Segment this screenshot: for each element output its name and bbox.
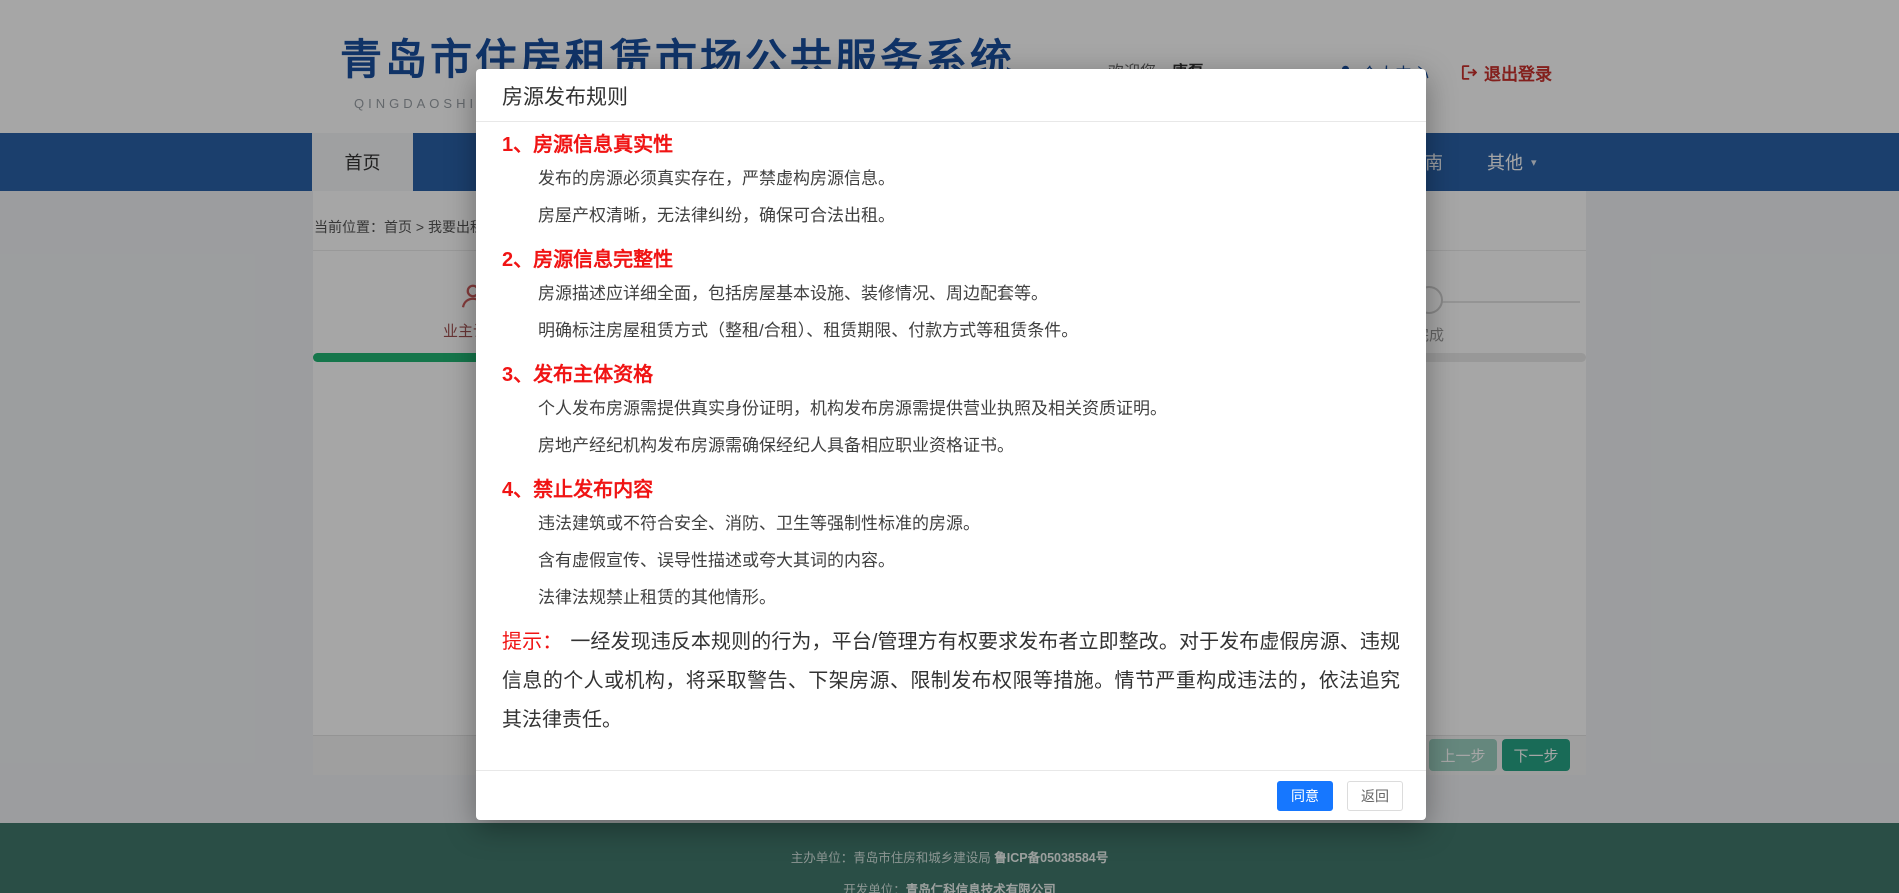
agree-button[interactable]: 同意 [1277, 781, 1333, 811]
rule-heading-3: 3、发布主体资格 [502, 362, 1400, 388]
rule-paragraph: 房源描述应详细全面，包括房屋基本设施、装修情况、周边配套等。 [502, 281, 1400, 307]
modal-title-divider [476, 121, 1426, 122]
rule-paragraph: 违法建筑或不符合安全、消防、卫生等强制性标准的房源。 [502, 511, 1400, 537]
rule-paragraph: 明确标注房屋租赁方式（整租/合租）、租赁期限、付款方式等租赁条件。 [502, 318, 1400, 344]
rule-paragraph: 房屋产权清晰，无法律纠纷，确保可合法出租。 [502, 203, 1400, 229]
rules-tip: 提示：一经发现违反本规则的行为，平台/管理方有权要求发布者立即整改。对于发布虚假… [502, 623, 1400, 740]
tip-label: 提示： [502, 631, 562, 653]
rules-modal: 房源发布规则 1、房源信息真实性 发布的房源必须真实存在，严禁虚构房源信息。 房… [476, 69, 1426, 820]
rule-paragraph: 发布的房源必须真实存在，严禁虚构房源信息。 [502, 166, 1400, 192]
rule-paragraph: 房地产经纪机构发布房源需确保经纪人具备相应职业资格证书。 [502, 433, 1400, 459]
rule-paragraph: 含有虚假宣传、误导性描述或夸大其词的内容。 [502, 548, 1400, 574]
modal-body: 1、房源信息真实性 发布的房源必须真实存在，严禁虚构房源信息。 房屋产权清晰，无… [476, 132, 1426, 740]
rule-heading-1: 1、房源信息真实性 [502, 132, 1400, 158]
rule-paragraph: 个人发布房源需提供真实身份证明，机构发布房源需提供营业执照及相关资质证明。 [502, 396, 1400, 422]
rule-paragraph: 法律法规禁止租赁的其他情形。 [502, 585, 1400, 611]
modal-footer: 同意 返回 [476, 770, 1426, 820]
modal-title: 房源发布规则 [476, 69, 1426, 111]
back-button[interactable]: 返回 [1347, 781, 1403, 811]
rule-heading-4: 4、禁止发布内容 [502, 477, 1400, 503]
app-root: 青岛市住房租赁市场公共服务系统 QINGDAOSHI 欢迎您，唐磊 个人中心 退… [0, 0, 1899, 893]
tip-text: 一经发现违反本规则的行为，平台/管理方有权要求发布者立即整改。对于发布虚假房源、… [502, 631, 1400, 731]
rule-heading-2: 2、房源信息完整性 [502, 247, 1400, 273]
